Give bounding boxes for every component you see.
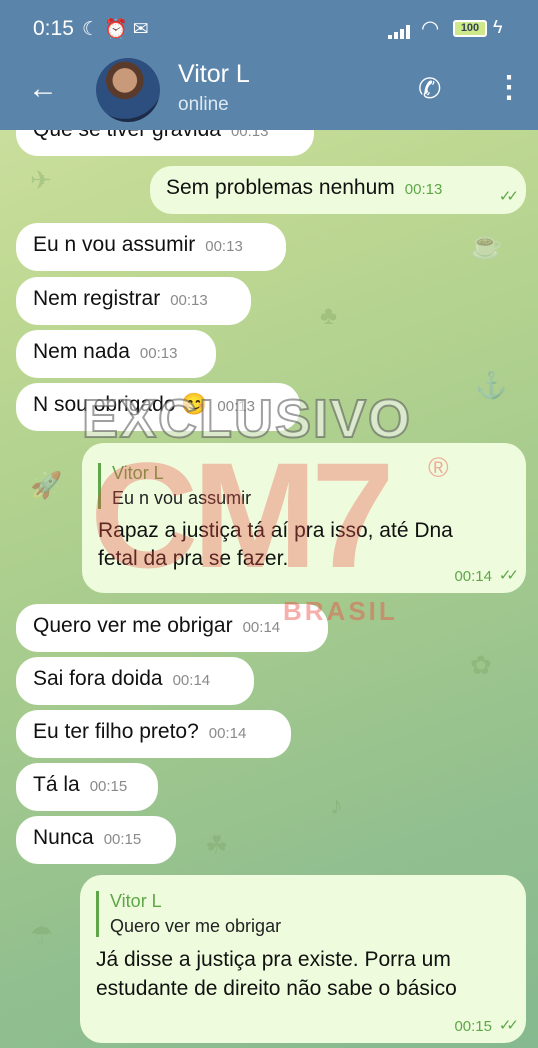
wifi-icon: ◠ bbox=[421, 17, 440, 40]
message-text: Nem registrar bbox=[33, 287, 161, 310]
message-time: 00:15 bbox=[454, 1018, 492, 1035]
reply-author: Vitor L bbox=[110, 891, 162, 911]
contact-status: online bbox=[178, 94, 229, 115]
back-arrow-icon[interactable]: ← bbox=[28, 72, 58, 106]
double-check-icon: ✓✓ bbox=[498, 567, 519, 584]
doodle-icon: ⚓ bbox=[475, 370, 508, 400]
message-time: 00:14 bbox=[172, 672, 211, 689]
phone-icon[interactable]: ✆ bbox=[418, 72, 441, 105]
message-incoming[interactable]: Eu ter filho preto? 00:14 bbox=[16, 710, 291, 758]
message-text: Eu n vou assumir bbox=[33, 233, 196, 256]
message-incoming[interactable]: Quero ver me obrigar 00:14 bbox=[16, 604, 328, 652]
status-time: 0:15 bbox=[33, 17, 74, 40]
message-incoming[interactable]: Nem nada 00:13 bbox=[16, 330, 216, 378]
status-bar: 0:15 ☾⏰✉ ◠ 100 ϟ bbox=[0, 0, 538, 58]
doodle-icon: ♣ bbox=[320, 300, 338, 330]
message-text: Eu ter filho preto? bbox=[33, 720, 199, 743]
message-incoming[interactable]: Sai fora doida 00:14 bbox=[16, 657, 254, 705]
doodle-icon: ✈ bbox=[30, 165, 52, 195]
doodle-icon: 🚀 bbox=[30, 470, 63, 500]
message-text: Tá la bbox=[33, 773, 80, 796]
message-time: 00:13 bbox=[139, 345, 178, 362]
message-time: 00:14 bbox=[242, 619, 281, 636]
signal-icon bbox=[388, 25, 410, 39]
message-incoming[interactable]: Eu n vou assumir 00:13 bbox=[16, 223, 286, 271]
reply-quote[interactable]: Vitor L Quero ver me obrigar bbox=[96, 891, 512, 937]
doodle-icon: ☕ bbox=[470, 230, 503, 260]
message-text: Nem nada bbox=[33, 340, 130, 363]
double-check-icon: ✓✓ bbox=[498, 1017, 519, 1034]
double-check-icon: ✓✓ bbox=[498, 188, 519, 205]
message-time: 00:14 bbox=[208, 725, 247, 742]
doodle-icon: ♪ bbox=[330, 790, 343, 820]
message-outgoing-reply[interactable]: Vitor L Quero ver me obrigar Já disse a … bbox=[80, 875, 526, 1043]
doodle-icon: ☘ bbox=[205, 830, 229, 860]
message-time: 00:14 bbox=[454, 568, 492, 585]
message-text-line: estudante de direito não sabe o básico bbox=[96, 977, 457, 1000]
message-time: 00:13 bbox=[404, 181, 443, 198]
charging-icon: ϟ bbox=[493, 17, 503, 37]
message-incoming[interactable]: Nem registrar 00:13 bbox=[16, 277, 251, 325]
doodle-icon: ☂ bbox=[30, 920, 54, 950]
watermark-registered-icon: ® bbox=[428, 452, 449, 483]
contact-name[interactable]: Vitor L bbox=[178, 60, 250, 89]
message-time: 00:13 bbox=[205, 238, 243, 255]
message-incoming[interactable]: Nunca 00:15 bbox=[16, 816, 176, 864]
avatar[interactable] bbox=[96, 58, 160, 122]
message-time: 00:15 bbox=[89, 778, 128, 795]
message-text: Sai fora doida bbox=[33, 667, 163, 690]
battery-icon: 100 bbox=[453, 20, 487, 37]
message-time: 00:15 bbox=[103, 831, 142, 848]
chat-header: ← Vitor L online ✆ ⋮ bbox=[0, 58, 538, 130]
message-text: Já disse a justiça pra existe. Porra um … bbox=[96, 945, 512, 1003]
more-vertical-icon[interactable]: ⋮ bbox=[494, 70, 524, 105]
reply-quoted-text: Quero ver me obrigar bbox=[110, 916, 282, 936]
watermark-logo: CM7 bbox=[90, 431, 395, 599]
watermark-exclusivo: EXCLUSIVO bbox=[81, 388, 413, 450]
status-notification-icons: ☾⏰✉ bbox=[82, 19, 154, 40]
message-text: Sem problemas nenhum bbox=[166, 176, 395, 199]
message-incoming[interactable]: Tá la 00:15 bbox=[16, 763, 158, 811]
doodle-icon: ✿ bbox=[470, 650, 492, 680]
message-outgoing[interactable]: Sem problemas nenhum 00:13 ✓✓ bbox=[150, 166, 526, 214]
message-time: 00:13 bbox=[170, 292, 208, 309]
message-text-line: Já disse a justiça pra existe. Porra um bbox=[96, 948, 451, 971]
watermark-brasil: BRASIL bbox=[283, 596, 398, 626]
message-text: Nunca bbox=[33, 826, 94, 849]
message-text: Quero ver me obrigar bbox=[33, 614, 233, 637]
